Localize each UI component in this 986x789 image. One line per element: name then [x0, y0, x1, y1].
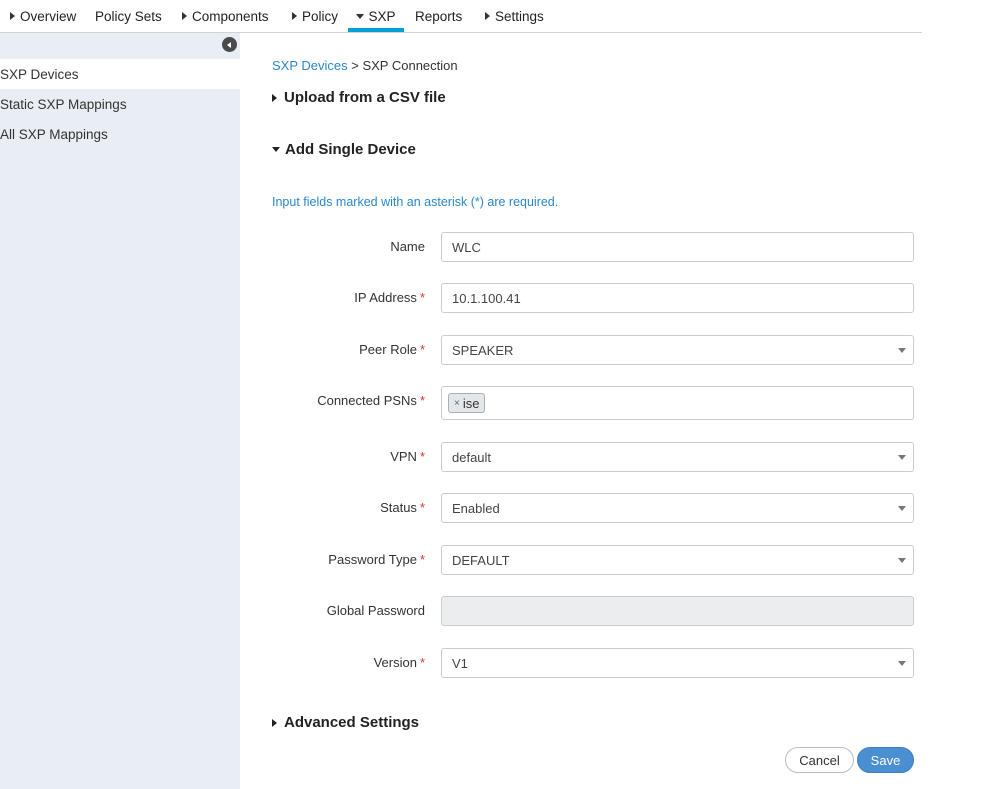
required-marker: * [419, 500, 425, 515]
psn-chip-label: ise [462, 395, 480, 411]
global-password-label: Global Password [326, 603, 425, 618]
tab-overview[interactable]: Overview [10, 0, 76, 32]
section-title: Add Single Device [285, 141, 416, 158]
required-marker: * [419, 655, 425, 670]
tab-reports[interactable]: Reports [415, 0, 462, 32]
status-select[interactable]: Enabled [441, 493, 914, 523]
peer-role-label: Peer Role * [359, 342, 425, 357]
vpn-value: default [452, 449, 492, 465]
required-marker: * [419, 449, 425, 464]
section-title: Advanced Settings [284, 714, 420, 731]
save-button[interactable]: Save [857, 747, 914, 773]
section-upload-csv[interactable]: Upload from a CSV file [272, 89, 446, 106]
required-marker: * [419, 342, 425, 357]
caret-right-icon [292, 12, 297, 20]
connected-psns-multiselect[interactable]: × ise [441, 386, 914, 420]
caret-right-icon [485, 12, 490, 20]
caret-right-icon [272, 718, 277, 727]
required-marker: * [419, 290, 425, 305]
tab-label: Settings [495, 8, 544, 24]
breadcrumb-separator: > [347, 58, 363, 73]
status-label: Status * [380, 500, 425, 515]
caret-right-icon [182, 12, 187, 20]
password-type-value: DEFAULT [452, 552, 510, 568]
caret-down-icon [356, 13, 365, 19]
global-password-input [441, 596, 914, 626]
section-add-single-device[interactable]: Add Single Device [272, 141, 416, 158]
tab-label: Overview [20, 8, 77, 24]
ip-address-label: IP Address * [354, 290, 425, 305]
vpn-label: VPN * [390, 449, 425, 464]
sidebar-item-static-sxp-mappings[interactable]: Static SXP Mappings [0, 89, 240, 119]
tab-components[interactable]: Components [182, 0, 269, 32]
version-select[interactable]: V1 [441, 648, 914, 678]
version-label: Version * [373, 655, 425, 670]
tab-policy[interactable]: Policy [292, 0, 338, 32]
tab-label: Reports [415, 8, 463, 24]
required-fields-note: Input fields marked with an asterisk (*)… [272, 195, 559, 209]
required-marker: * [419, 393, 425, 408]
cancel-button[interactable]: Cancel [785, 747, 854, 773]
status-value: Enabled [452, 500, 500, 516]
tab-label: SXP [368, 8, 396, 24]
tab-label: Policy [302, 8, 339, 24]
tab-settings[interactable]: Settings [485, 0, 544, 32]
vpn-select[interactable]: default [441, 442, 914, 472]
tab-policy-sets[interactable]: Policy Sets [95, 0, 162, 32]
caret-down-icon [272, 147, 280, 152]
top-navigation: Overview Policy Sets Components Policy S… [0, 0, 922, 33]
sidebar: SXP Devices Static SXP Mappings All SXP … [0, 33, 240, 789]
peer-role-value: SPEAKER [452, 342, 514, 358]
sidebar-item-all-sxp-mappings[interactable]: All SXP Mappings [0, 119, 240, 149]
tab-label: Components [192, 8, 269, 24]
caret-right-icon [272, 93, 277, 102]
breadcrumb-link-sxp-devices[interactable]: SXP Devices [272, 58, 348, 73]
ip-address-value: 10.1.100.41 [452, 290, 521, 306]
sidebar-item-label: SXP Devices [0, 66, 79, 82]
chevron-left-circle-icon[interactable] [222, 37, 237, 52]
sidebar-item-label: Static SXP Mappings [0, 96, 127, 112]
peer-role-select[interactable]: SPEAKER [441, 335, 914, 365]
tab-sxp[interactable]: SXP [348, 0, 404, 32]
caret-right-icon [10, 12, 15, 20]
ip-address-input[interactable]: 10.1.100.41 [441, 283, 914, 313]
name-label: Name [390, 239, 425, 254]
name-value: WLC [452, 239, 481, 255]
password-type-label: Password Type * [328, 552, 425, 567]
tab-label: Policy Sets [95, 8, 162, 24]
connected-psns-label: Connected PSNs * [317, 393, 425, 408]
password-type-select[interactable]: DEFAULT [441, 545, 914, 575]
section-advanced-settings[interactable]: Advanced Settings [272, 714, 419, 731]
psn-chip: × ise [448, 393, 486, 413]
sidebar-item-sxp-devices[interactable]: SXP Devices [0, 59, 240, 89]
breadcrumb: SXP Devices > SXP Connection [272, 58, 458, 73]
version-value: V1 [452, 655, 468, 671]
sidebar-item-label: All SXP Mappings [0, 126, 108, 142]
required-marker: * [419, 552, 425, 567]
remove-chip-icon[interactable]: × [454, 398, 460, 409]
section-title: Upload from a CSV file [284, 89, 446, 106]
breadcrumb-current: SXP Connection [362, 58, 458, 73]
name-input[interactable]: WLC [441, 232, 914, 262]
